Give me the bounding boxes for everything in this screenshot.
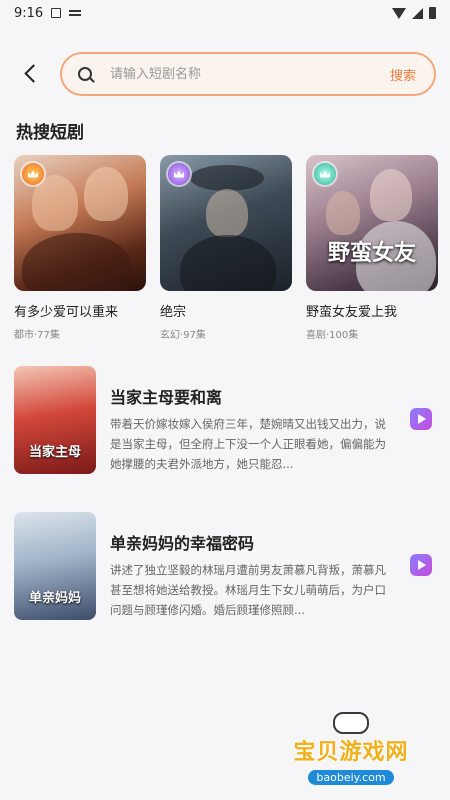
crown-icon <box>28 170 38 178</box>
hot-cover[interactable] <box>160 155 292 291</box>
search-input[interactable] <box>108 65 390 83</box>
rank-badge <box>168 163 190 185</box>
hot-section-title: 热搜短剧 <box>16 123 84 143</box>
drama-description: 带着天价嫁妆嫁入侯府三年，楚婉晴又出钱又出力，说是当家主母，但全府上下没一个人正… <box>110 417 386 471</box>
drama-cover[interactable]: 单亲妈妈 <box>14 512 96 620</box>
gamepad-icon <box>333 712 369 734</box>
status-time: 9:16 <box>14 5 44 21</box>
rank-badge <box>22 163 44 185</box>
search-icon <box>78 67 92 81</box>
hot-card-name[interactable]: 野蛮女友爱上我 <box>306 301 438 320</box>
cover-figure <box>370 169 412 221</box>
cover-figure <box>180 235 276 291</box>
cover-figure <box>22 233 132 291</box>
drama-cover-caption: 单亲妈妈 <box>28 591 81 606</box>
cover-figure <box>206 189 248 237</box>
hot-card-meta: 喜剧·100集 <box>306 330 359 341</box>
hot-card[interactable]: 绝宗 玄幻·97集 <box>160 155 292 341</box>
drama-list-item[interactable]: 当家主母 当家主母要和离 带着天价嫁妆嫁入侯府三年，楚婉晴又出钱又出力，说是当家… <box>14 366 438 476</box>
signal-icon <box>412 7 423 19</box>
hot-card[interactable]: 有多少爱可以重来 都市·77集 <box>14 155 146 341</box>
watermark-url: baobeiy.com <box>308 770 394 785</box>
site-watermark: 宝贝游戏网 baobeiy.com <box>276 712 426 790</box>
status-bar: 9:16 <box>0 0 450 26</box>
hot-cover[interactable]: 野蛮女友 <box>306 155 438 291</box>
photo-notification-icon <box>51 8 62 18</box>
search-box[interactable]: 搜索 <box>60 52 436 96</box>
drama-list-item[interactable]: 单亲妈妈 单亲妈妈的幸福密码 讲述了独立坚毅的林瑶月遭前男友萧慕凡背叛，萧慕凡甚… <box>14 512 438 622</box>
hot-card-name[interactable]: 绝宗 <box>160 301 292 320</box>
play-icon <box>418 414 426 424</box>
wifi-icon <box>392 7 406 19</box>
drama-title[interactable]: 当家主母要和离 <box>110 384 222 408</box>
crown-icon <box>174 170 184 178</box>
cover-title-text: 野蛮女友 <box>327 240 416 266</box>
hot-card[interactable]: 野蛮女友 野蛮女友爱上我 喜剧·100集 <box>306 155 438 341</box>
battery-icon <box>429 7 436 19</box>
cover-figure <box>326 191 360 235</box>
hot-card-meta: 都市·77集 <box>14 330 60 341</box>
hot-list: 有多少爱可以重来 都市·77集 绝宗 玄幻·97集 野蛮女友 野蛮女友爱上我 喜… <box>14 155 438 341</box>
notification-icon <box>69 10 82 16</box>
cover-figure <box>190 165 264 191</box>
search-button[interactable]: 搜索 <box>390 65 416 84</box>
drama-cover[interactable]: 当家主母 <box>14 366 96 474</box>
back-button[interactable] <box>18 60 44 86</box>
drama-description: 讲述了独立坚毅的林瑶月遭前男友萧慕凡背叛，萧慕凡甚至想将她送给教授。林瑶月生下女… <box>110 563 386 617</box>
play-button[interactable] <box>410 554 432 576</box>
drama-title[interactable]: 单亲妈妈的幸福密码 <box>110 530 254 554</box>
hot-card-meta: 玄幻·97集 <box>160 330 206 341</box>
hot-cover[interactable] <box>14 155 146 291</box>
drama-cover-caption: 当家主母 <box>28 445 81 460</box>
status-left: 9:16 <box>14 5 82 21</box>
search-header: 搜索 <box>0 48 450 100</box>
cover-figure <box>84 167 128 221</box>
watermark-text: 宝贝游戏网 <box>293 740 409 765</box>
play-button[interactable] <box>410 408 432 430</box>
rank-badge <box>314 163 336 185</box>
cover-figure <box>32 175 78 231</box>
play-icon <box>418 560 426 570</box>
status-right <box>392 7 436 19</box>
crown-icon <box>320 170 330 178</box>
chevron-left-icon <box>23 63 43 83</box>
hot-card-name[interactable]: 有多少爱可以重来 <box>14 301 146 320</box>
